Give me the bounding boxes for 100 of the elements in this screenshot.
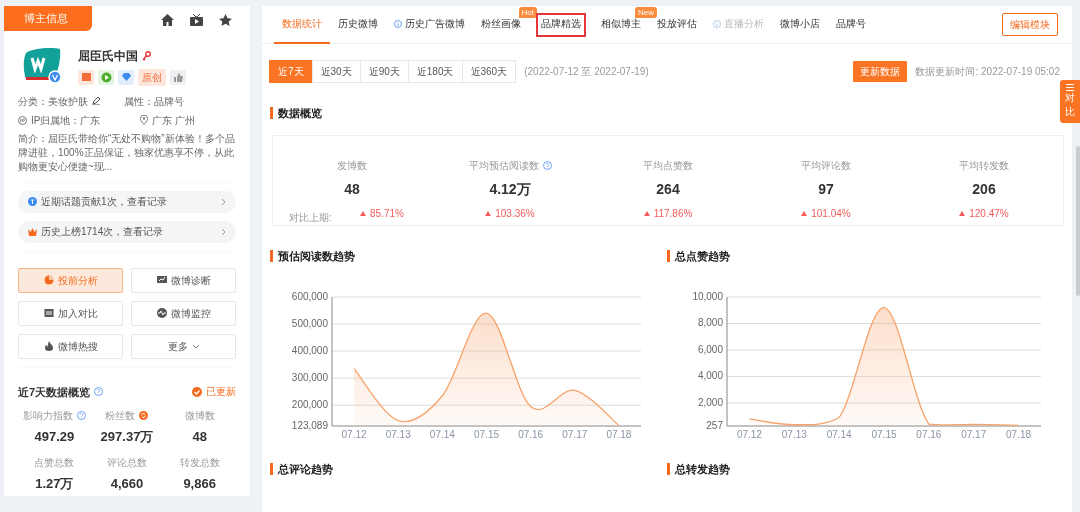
tab[interactable]: 历史广告微博 (386, 5, 473, 44)
axis-tick-label: 2,000 (697, 396, 723, 408)
up-triangle-icon (485, 211, 492, 216)
metric-change: 117.86% (653, 207, 693, 221)
thumbs-up-icon (172, 71, 184, 83)
metric-label: 平均评论数 (801, 159, 851, 173)
up-triangle-icon (959, 211, 966, 216)
stat-label: 影响力指数 (22, 409, 73, 423)
chevron-down-icon (191, 343, 200, 349)
axis-tick-label: 8,000 (697, 317, 723, 329)
tab[interactable]: 品牌号 (828, 5, 874, 44)
metric-change: 120.47% (969, 207, 1009, 221)
refresh-icon (139, 411, 149, 420)
metric-value: 206 (972, 180, 996, 199)
axis-tick-label: 07.15 (871, 429, 897, 440)
axis-tick-label: 6,000 (697, 343, 723, 355)
stat-value: 9,866 (183, 474, 216, 493)
up-triangle-icon (801, 211, 808, 216)
list-icon (1066, 84, 1074, 91)
axis-tick-label: 07.18 (1006, 429, 1032, 440)
date-range-text: (2022-07-12 至 2022-07-19) (524, 65, 649, 79)
stat-label: 评论总数 (107, 455, 147, 470)
pencil-icon[interactable] (92, 97, 100, 105)
home-icon[interactable] (161, 14, 174, 26)
compare-label: 对比上期: (289, 211, 332, 225)
axis-tick-label: 07.12 (341, 429, 367, 440)
tab[interactable]: 微博小店 (772, 5, 828, 44)
axis-tick-label: 07.14 (429, 429, 455, 440)
stat-value: 1.27万 (35, 474, 74, 493)
chevron-right-icon (221, 227, 226, 236)
metric-label: 发博数 (337, 159, 367, 173)
action-button[interactable]: 加入对比 (18, 300, 123, 326)
compare-icon (43, 308, 54, 318)
stat-value: 4,660 (110, 474, 144, 493)
date-range-button[interactable]: 近360天 (461, 60, 517, 83)
info-icon (713, 19, 721, 28)
axis-tick-label: 257 (706, 420, 723, 431)
location-text: 广东 广州 (152, 113, 196, 128)
overview-title: 近7天数据概览 (18, 384, 91, 400)
monitor-icon (156, 275, 167, 285)
stat-value: 497.29 (34, 428, 75, 446)
section-title: 总转发趋势 (667, 463, 1072, 475)
action-button[interactable]: 微博监控 (131, 300, 236, 326)
info-icon (394, 19, 402, 28)
axis-tick-label: 300,000 (291, 372, 328, 384)
date-range-button[interactable]: 近30天 (311, 60, 361, 83)
ip-location-text: IP归属地：广东 (31, 113, 101, 128)
stat-label: 微博数 (184, 409, 215, 423)
metric-change: 101.04% (811, 207, 851, 221)
axis-tick-label: 07.18 (606, 429, 632, 440)
record-link[interactable]: 历史上榜1714次，查看记录 (18, 220, 236, 243)
tab-badge: New (635, 6, 657, 18)
avatar-logo (22, 46, 62, 83)
section-title: 总评论趋势 (270, 463, 667, 475)
tab[interactable]: 历史微博 (330, 5, 386, 44)
original-tag: 原创 (138, 68, 166, 86)
stat-value: 48 (192, 428, 207, 446)
up-triangle-icon (360, 211, 367, 216)
check-circle-icon (192, 386, 202, 397)
account-name: 屈臣氏中国 (78, 47, 138, 65)
topic-icon (28, 197, 37, 206)
axis-tick-label: 4,000 (697, 370, 723, 382)
axis-tick-label: 07.16 (518, 429, 544, 440)
metric-label: 平均点赞数 (643, 159, 693, 173)
fire-icon (43, 341, 54, 351)
stat-label: 粉丝数 (105, 409, 136, 423)
attribute-text: 属性：品牌号 (124, 94, 184, 109)
metric-value: 264 (656, 180, 680, 199)
date-range-button[interactable]: 近90天 (359, 60, 409, 83)
record-link[interactable]: 近期话题贡献1次，查看记录 (18, 190, 236, 213)
axis-tick-label: 500,000 (291, 318, 328, 330)
action-button[interactable]: 微博诊断 (131, 267, 236, 293)
crown-icon (28, 227, 37, 236)
action-button[interactable]: 更多 (131, 333, 236, 359)
axis-tick-label: 600,000 (291, 291, 328, 302)
bio-text: 简介：屈臣氏带给你“无处不购物”新体验！多个品牌进驻，100%正品保证，独家优惠享不停，从此购物更安心便捷~现... (18, 131, 236, 174)
axis-tick-label: 123,089 (291, 420, 328, 431)
axis-tick-label: 07.13 (781, 429, 807, 440)
stat-value: 297.37万 (100, 428, 154, 446)
diamond-icon (120, 71, 132, 83)
axis-tick-label: 07.12 (736, 429, 762, 440)
stat-label: 点赞总数 (34, 455, 75, 470)
axis-tick-label: 07.13 (385, 429, 411, 440)
star-icon[interactable] (219, 14, 232, 26)
pie-chart-icon (43, 275, 54, 285)
metric-value: 48 (344, 180, 360, 199)
axis-tick-label: 10,000 (692, 291, 723, 302)
axis-tick-label: 07.16 (916, 429, 942, 440)
action-button[interactable]: 微博热搜 (18, 333, 123, 359)
axis-tick-label: 07.15 (474, 429, 499, 440)
metric-value: 97 (818, 180, 834, 199)
location-pin-icon (140, 115, 149, 125)
date-range-button[interactable]: 近180天 (407, 60, 463, 83)
chart-title: 总点赞趋势 (667, 250, 1072, 262)
tv-icon[interactable] (190, 14, 203, 26)
help-icon (76, 411, 86, 420)
shop-icon (80, 71, 92, 83)
ip-icon (18, 115, 27, 125)
chart-title: 预估阅读数趋势 (270, 250, 667, 262)
chevron-right-icon (221, 197, 226, 206)
